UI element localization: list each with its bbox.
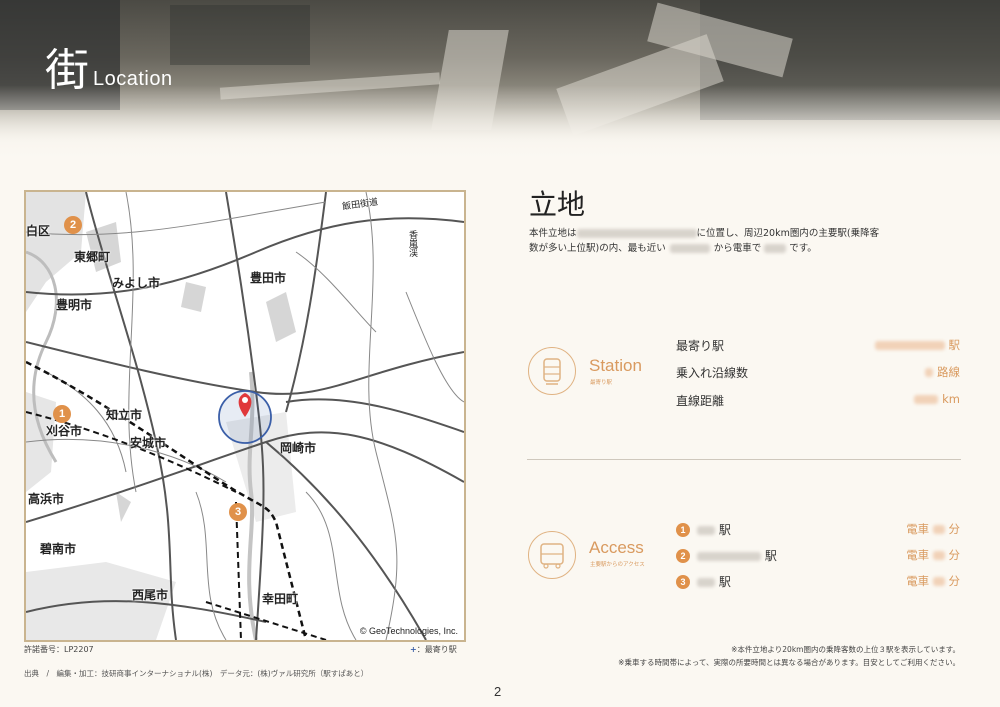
station-row-value: km bbox=[850, 392, 960, 406]
map-label: 白区 bbox=[26, 224, 51, 238]
map-legend: +：最寄り駅 bbox=[410, 644, 457, 655]
map-copyright: © GeoTechnologies, Inc. bbox=[359, 626, 458, 636]
access-badge: 1 bbox=[676, 523, 690, 537]
access-time: 電車 分 bbox=[906, 574, 960, 588]
access-badge: 2 bbox=[676, 549, 690, 563]
access-time: 電車 分 bbox=[906, 522, 960, 536]
source-credit: 出典 / 編集・加工：技研商事インターナショナル(株) データ元：(株)ヴァル研… bbox=[24, 669, 369, 678]
desc-text: 数が多い上位駅)の内、最も近い bbox=[529, 243, 666, 254]
desc-text: から電車で bbox=[713, 243, 762, 254]
access-subheading: 主要駅からのアクセス bbox=[590, 562, 645, 568]
heading-english: Location bbox=[93, 68, 173, 90]
legend-symbol: + bbox=[410, 645, 417, 654]
permit-number: 許諾番号：LP2207 bbox=[24, 645, 94, 654]
map-label: 東郷町 bbox=[74, 250, 111, 264]
page-number: 2 bbox=[494, 684, 502, 699]
map-label: 香嵐渓 bbox=[407, 230, 417, 257]
map-label: 碧南市 bbox=[40, 542, 77, 556]
station-row-value: 駅 bbox=[850, 337, 960, 353]
station-row-label: 乗入れ沿線数 bbox=[676, 366, 749, 380]
station-badge-1: 1 bbox=[53, 405, 71, 423]
train-icon bbox=[528, 347, 576, 395]
redacted-text bbox=[669, 244, 710, 253]
map-label: 西尾市 bbox=[132, 588, 169, 602]
note-1: ※本件立地より20km圏内の乗降客数の上位３駅を表示しています。 bbox=[731, 645, 960, 654]
map-label: 知立市 bbox=[106, 408, 143, 422]
access-station: 駅 bbox=[697, 521, 731, 538]
bus-icon bbox=[528, 531, 576, 579]
legend-label: ：最寄り駅 bbox=[416, 645, 457, 654]
access-station: 駅 bbox=[697, 547, 777, 564]
description: 本件立地は に位置し、周辺20km圏内の主要駅(乗降客 数が多い上位駅)の内、最も… bbox=[529, 226, 959, 256]
access-heading: Access bbox=[589, 538, 644, 557]
map-label: 岡崎市 bbox=[280, 441, 317, 455]
map-label: みよし市 bbox=[112, 276, 161, 290]
station-row-label: 直線距離 bbox=[676, 394, 725, 408]
station-row-value: 路線 bbox=[850, 364, 960, 380]
heading-kanji: 街 bbox=[45, 45, 89, 96]
location-map[interactable]: 白区 東郷町 みよし市 豊明市 豊田市 知立市 刈谷市 安城市 岡崎市 高浜市 … bbox=[24, 190, 466, 642]
hero-aerial-photo: 街 Location bbox=[0, 0, 1000, 165]
map-label: 豊田市 bbox=[250, 271, 287, 285]
station-heading: Station bbox=[589, 356, 642, 375]
map-label: 高浜市 bbox=[28, 492, 65, 506]
station-badge-2: 2 bbox=[64, 216, 82, 234]
section-heading: 街 Location bbox=[45, 34, 173, 98]
access-time: 電車 分 bbox=[906, 548, 960, 562]
desc-text: です。 bbox=[789, 243, 817, 254]
map-label: 幸田町 bbox=[262, 592, 299, 606]
station-row-label: 最寄り駅 bbox=[676, 339, 725, 353]
section-divider bbox=[527, 459, 961, 460]
map-label: 刈谷市 bbox=[46, 424, 83, 438]
map-label: 豊明市 bbox=[56, 298, 93, 312]
access-station: 駅 bbox=[697, 573, 731, 590]
desc-text: に位置し、周辺20km圏内の主要駅(乗降客 bbox=[696, 228, 880, 239]
station-badge-3: 3 bbox=[229, 503, 247, 521]
redacted-text bbox=[576, 229, 697, 238]
note-2: ※乗車する時間帯によって、実際の所要時間とは異なる場合があります。目安としてご利… bbox=[618, 658, 960, 667]
access-badge: 3 bbox=[676, 575, 690, 589]
redacted-text bbox=[764, 244, 787, 253]
page-title: 立地 bbox=[529, 188, 586, 221]
station-subheading: 最寄り駅 bbox=[590, 380, 613, 386]
map-label: 安城市 bbox=[130, 436, 167, 450]
desc-text: 本件立地は bbox=[529, 228, 577, 239]
